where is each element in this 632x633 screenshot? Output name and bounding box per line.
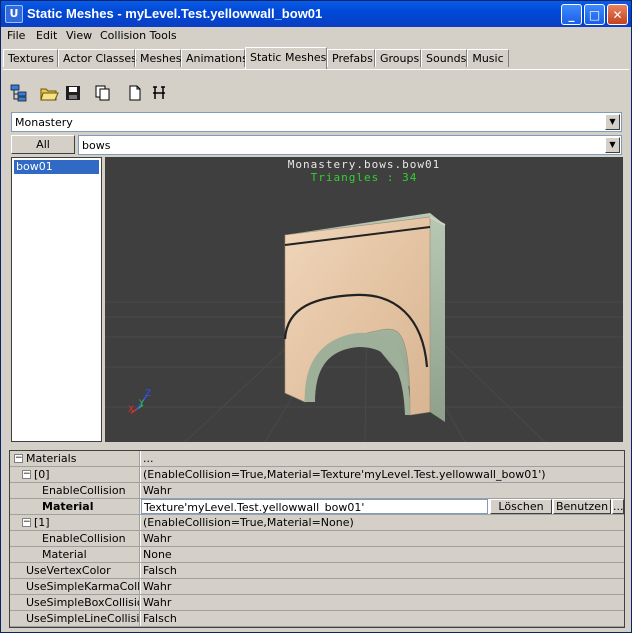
property-name: UseSimpleBoxCollision: [26, 596, 140, 609]
property-name: UseVertexColor: [26, 564, 111, 577]
property-name: [0]: [34, 468, 50, 481]
property-row-use-simple-karma-collision[interactable]: UseSimpleKarmaColli... Wahr: [10, 579, 624, 595]
property-name-cell: UseSimpleLineCollision: [10, 611, 140, 626]
group-value: bows: [82, 139, 111, 152]
open-folder-icon[interactable]: [39, 83, 59, 103]
menu-collision-tools[interactable]: Collision Tools: [100, 29, 177, 42]
collapse-icon[interactable]: −: [14, 454, 23, 463]
collapse-icon[interactable]: −: [22, 518, 31, 527]
property-name: EnableCollision: [42, 532, 126, 545]
axis-z-label: Z: [145, 389, 152, 399]
tab-textures[interactable]: Textures: [3, 49, 58, 67]
property-name: [1]: [34, 516, 50, 529]
properties-grid: − Materials ... − [0] (EnableCollision=T…: [9, 450, 625, 628]
close-icon[interactable]: ✕: [607, 4, 628, 25]
property-value[interactable]: Falsch: [141, 563, 624, 578]
property-name: Material: [42, 500, 94, 513]
mesh-preview-viewport[interactable]: Monastery.bows.bow01 Triangles : 34 X Y …: [105, 157, 623, 442]
axis-x-label: X: [128, 405, 135, 415]
tab-groups[interactable]: Groups: [375, 49, 421, 67]
property-name-cell: − [0]: [10, 467, 140, 482]
toolbar: [3, 81, 629, 105]
property-value[interactable]: Wahr: [141, 531, 624, 546]
property-row-use-simple-box-collision[interactable]: UseSimpleBoxCollision Wahr: [10, 595, 624, 611]
window-title: Static Meshes - myLevel.Test.yellowwall_…: [27, 6, 323, 21]
property-name-cell: UseSimpleBoxCollision: [10, 595, 140, 610]
save-icon[interactable]: [63, 83, 83, 103]
menu-edit[interactable]: Edit: [36, 29, 57, 42]
axis-gizmo-icon: X Y Z: [127, 389, 159, 419]
property-row-material-0-texture[interactable]: Material Texture'myLevel.Test.yellowwall…: [10, 499, 624, 515]
unreal-app-icon: U: [5, 5, 23, 23]
mesh-name-label: Monastery.bows.bow01: [287, 158, 441, 171]
title-bar[interactable]: U Static Meshes - myLevel.Test.yellowwal…: [1, 1, 631, 27]
minimize-icon[interactable]: _: [561, 4, 582, 25]
menu-bar: File Edit View Collision Tools: [1, 27, 631, 45]
tab-prefabs[interactable]: Prefabs: [327, 49, 375, 67]
property-row-use-vertex-color[interactable]: UseVertexColor Falsch: [10, 563, 624, 579]
property-value[interactable]: Wahr: [141, 579, 624, 594]
browser-tabs: Textures Actor Classes Meshes Animations…: [3, 47, 629, 70]
property-name-cell: UseVertexColor: [10, 563, 140, 578]
property-name: UseSimpleKarmaColli...: [26, 580, 140, 593]
tab-animations[interactable]: Animations: [181, 49, 248, 67]
tab-static-meshes[interactable]: Static Meshes: [245, 47, 327, 69]
tab-actor-classes[interactable]: Actor Classes: [58, 49, 137, 67]
group-dropdown[interactable]: bows ▼: [78, 135, 622, 155]
property-name-cell: − Materials: [10, 451, 140, 466]
chevron-down-icon[interactable]: ▼: [605, 114, 620, 130]
use-button[interactable]: Benutzen: [553, 499, 611, 514]
tab-music[interactable]: Music: [467, 49, 509, 67]
property-value[interactable]: Wahr: [141, 483, 624, 498]
triangle-count-label: Triangles : 34: [310, 171, 418, 184]
clear-button[interactable]: Löschen: [490, 499, 552, 514]
property-name: Material: [42, 548, 87, 561]
property-row-enable-collision-1[interactable]: EnableCollision Wahr: [10, 531, 624, 547]
tree-view-icon[interactable]: [9, 83, 29, 103]
axis-y-label: Y: [139, 399, 145, 409]
property-name-cell: Material: [10, 547, 140, 562]
package-value: Monastery: [15, 116, 73, 129]
collapse-icon[interactable]: −: [22, 470, 31, 479]
all-groups-button[interactable]: All: [11, 135, 75, 154]
new-document-icon[interactable]: [125, 83, 145, 103]
property-row-materials[interactable]: − Materials ...: [10, 451, 624, 467]
tool-icon[interactable]: [149, 83, 169, 103]
property-value[interactable]: (EnableCollision=True,Material=Texture'm…: [141, 467, 624, 482]
tab-meshes[interactable]: Meshes: [135, 49, 181, 67]
property-name: EnableCollision: [42, 484, 126, 497]
property-value[interactable]: Wahr: [141, 595, 624, 610]
chevron-down-icon[interactable]: ▼: [605, 137, 620, 153]
copy-icon[interactable]: [93, 83, 113, 103]
property-row-material-1[interactable]: − [1] (EnableCollision=True,Material=Non…: [10, 515, 624, 531]
property-name: UseSimpleLineCollision: [26, 612, 140, 625]
property-name: Materials: [26, 452, 77, 465]
property-row-use-simple-line-collision[interactable]: UseSimpleLineCollision Falsch: [10, 611, 624, 627]
static-mesh-browser-window: U Static Meshes - myLevel.Test.yellowwal…: [0, 0, 632, 633]
property-row-enable-collision-0[interactable]: EnableCollision Wahr: [10, 483, 624, 499]
property-name-cell: EnableCollision: [10, 483, 140, 498]
property-value[interactable]: ...: [141, 451, 624, 466]
maximize-icon[interactable]: □: [584, 4, 605, 25]
property-name-cell: Material: [10, 499, 140, 514]
material-edit-field[interactable]: Texture'myLevel.Test.yellowwall_bow01': [141, 499, 488, 514]
menu-view[interactable]: View: [66, 29, 92, 42]
property-name-cell: EnableCollision: [10, 531, 140, 546]
property-name-cell: − [1]: [10, 515, 140, 530]
property-value[interactable]: Falsch: [141, 611, 624, 626]
mesh-preview-render: [105, 157, 623, 442]
list-item[interactable]: bow01: [14, 160, 99, 174]
tab-sounds[interactable]: Sounds: [421, 49, 467, 67]
property-row-material-0[interactable]: − [0] (EnableCollision=True,Material=Tex…: [10, 467, 624, 483]
static-mesh-list[interactable]: bow01: [11, 157, 102, 442]
property-row-material-1-texture[interactable]: Material None: [10, 547, 624, 563]
package-dropdown[interactable]: Monastery ▼: [11, 112, 622, 132]
menu-file[interactable]: File: [7, 29, 25, 42]
property-value[interactable]: None: [141, 547, 624, 562]
browse-button[interactable]: ...: [612, 499, 624, 514]
property-value[interactable]: (EnableCollision=True,Material=None): [141, 515, 624, 530]
property-name-cell: UseSimpleKarmaColli...: [10, 579, 140, 594]
